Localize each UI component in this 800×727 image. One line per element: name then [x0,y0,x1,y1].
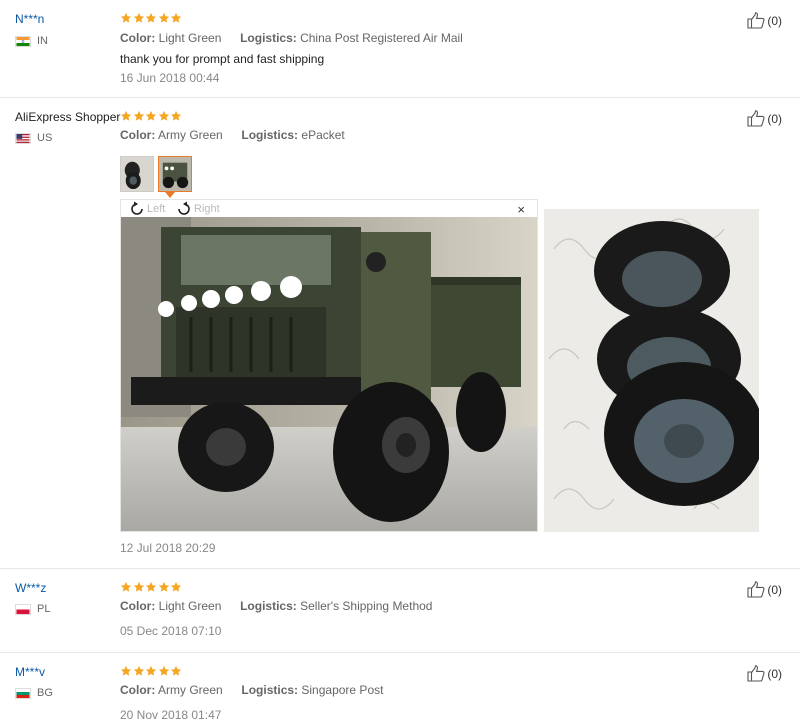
reviewer-country: US [15,132,52,144]
star-icon [133,665,145,677]
rotate-left-icon [129,201,147,217]
rotate-left-label: Left [147,203,166,215]
reviewer-name[interactable]: W***z [15,581,120,595]
photo-tires-large[interactable] [544,209,759,532]
helpful-count: (0) [767,582,782,597]
order-info: Color: Army Green Logistics: ePacket [120,128,345,142]
logistics-value: Seller's Shipping Method [300,599,433,613]
star-icon [170,12,182,24]
review-item: M***v BG Color: Army Green Logistics: Si… [0,653,800,727]
thumbs-up-icon [747,581,765,598]
star-rating [120,110,183,124]
star-icon [120,581,132,593]
star-icon [170,581,182,593]
rotate-right-icon [176,201,194,217]
color-value: Light Green [158,31,222,45]
reviewer-country: IN [15,35,48,47]
star-icon [170,665,182,677]
color-label: Color: [120,599,156,613]
photo-truck-large [121,217,537,531]
logistics-label: Logistics: [240,31,297,45]
color-label: Color: [120,128,156,142]
review-text: thank you for prompt and fast shipping [120,52,325,66]
review-date: 12 Jul 2018 20:29 [120,541,216,555]
flag-poland-icon [15,603,31,615]
country-code: IN [37,35,48,47]
star-icon [158,12,170,24]
review-item: N***n IN Color: Light Green Logistics: C… [0,0,800,98]
review-date: 16 Jun 2018 00:44 [120,71,220,85]
star-icon [133,12,145,24]
star-icon [120,110,132,122]
review-date: 05 Dec 2018 07:10 [120,624,222,638]
star-rating [120,581,183,595]
helpful-button[interactable]: (0) [747,665,782,682]
star-rating [120,12,183,26]
star-icon [120,665,132,677]
reviewer-name: AliExpress Shopper [15,110,121,124]
reviewer-country: BG [15,687,53,699]
reviewer-name[interactable]: N***n [15,12,120,26]
logistics-value: ePacket [301,128,345,142]
thumbs-up-icon [747,12,765,29]
logistics-value: Singapore Post [301,683,384,697]
star-rating [120,665,183,679]
photo-viewer: Left Right × [120,199,538,532]
flag-india-icon [15,35,31,47]
country-code: BG [37,687,53,699]
active-thumbnail-indicator [165,192,175,198]
logistics-value: China Post Registered Air Mail [300,31,463,45]
reviewer-country: PL [15,603,50,615]
helpful-count: (0) [767,666,782,681]
helpful-button[interactable]: (0) [747,12,782,29]
flag-bulgaria-icon [15,687,31,699]
star-icon [158,581,170,593]
color-label: Color: [120,683,156,697]
helpful-button[interactable]: (0) [747,110,782,127]
thumbs-up-icon [747,665,765,682]
color-value: Army Green [158,128,223,142]
rotate-left-button[interactable]: Left [129,201,165,217]
star-icon [158,665,170,677]
star-icon [120,12,132,24]
order-info: Color: Army Green Logistics: Singapore P… [120,683,383,697]
star-icon [145,110,157,122]
star-icon [133,110,145,122]
reviewer: AliExpress Shopper US [15,110,121,144]
order-info: Color: Light Green Logistics: China Post… [120,31,463,45]
reviewer: M***v BG [15,665,120,699]
reviewer: N***n IN [15,12,120,47]
color-value: Light Green [158,599,222,613]
star-icon [170,110,182,122]
logistics-label: Logistics: [240,599,297,613]
star-icon [145,581,157,593]
photo-thumbnail-truck[interactable] [158,156,192,192]
helpful-button[interactable]: (0) [747,581,782,598]
review-date: 20 Nov 2018 01:47 [120,708,222,722]
photo-viewer-toolbar: Left Right × [121,200,537,218]
logistics-label: Logistics: [241,128,299,142]
reviewer-name[interactable]: M***v [15,665,120,679]
color-label: Color: [120,31,156,45]
helpful-count: (0) [767,13,782,28]
flag-usa-icon [15,132,31,144]
country-code: US [37,132,53,144]
country-code: PL [37,603,51,615]
star-icon [133,581,145,593]
logistics-label: Logistics: [241,683,299,697]
order-info: Color: Light Green Logistics: Seller's S… [120,599,432,613]
star-icon [145,12,157,24]
color-value: Army Green [158,683,223,697]
star-icon [145,665,157,677]
review-item: W***z PL Color: Light Green Logistics: S… [0,569,800,653]
rotate-right-button[interactable]: Right [176,201,220,217]
reviewer: W***z PL [15,581,120,615]
star-icon [158,110,170,122]
close-icon[interactable]: × [517,202,525,217]
thumbs-up-icon [747,110,765,127]
photo-thumbnail-tires[interactable] [120,156,154,192]
helpful-count: (0) [767,111,782,126]
photo-thumbnails [120,156,196,192]
rotate-right-label: Right [194,203,220,215]
